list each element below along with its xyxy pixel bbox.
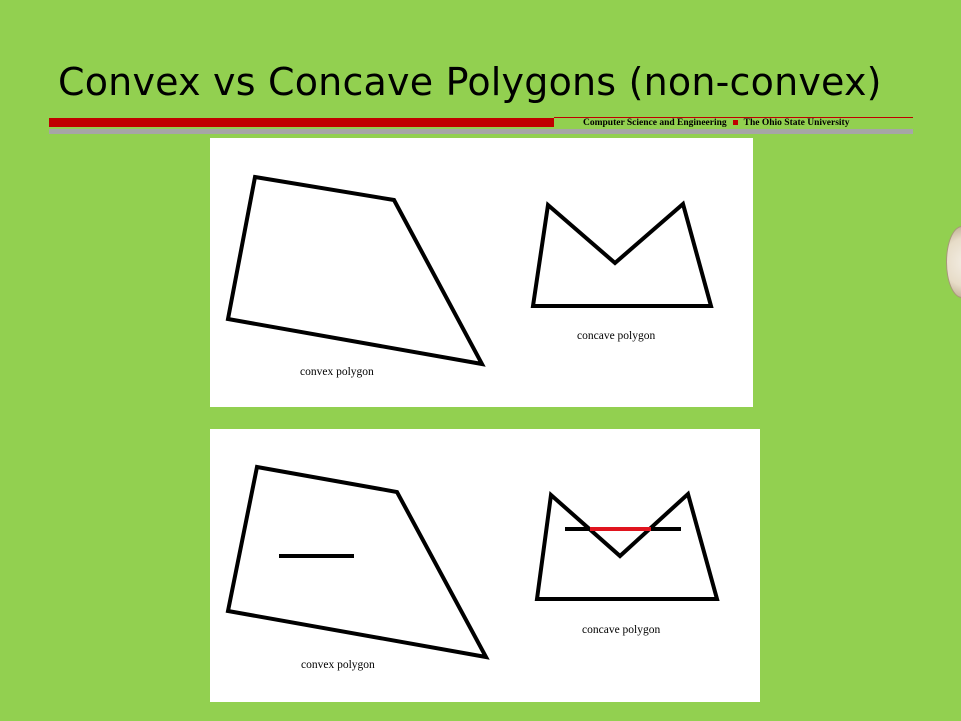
concave-caption: concave polygon <box>582 624 661 636</box>
convex-polygon <box>225 174 486 367</box>
university-name: The Ohio State University <box>743 118 850 128</box>
slide: Convex vs Concave Polygons (non-convex) … <box>0 0 961 721</box>
diagram-panel-bottom: convex polygon concave polygon <box>210 429 760 702</box>
polygons-diagram-top <box>225 174 714 367</box>
department-name: Computer Science and Engineering <box>583 118 727 128</box>
separator-square-icon <box>732 119 738 125</box>
concave-polygon <box>530 200 714 308</box>
slide-title: Convex vs Concave Polygons (non-convex) <box>58 60 882 104</box>
header-gray-bar <box>49 129 913 134</box>
convex-polygon <box>225 464 490 660</box>
header-red-bar <box>49 118 554 127</box>
convex-caption: convex polygon <box>300 366 374 378</box>
convex-caption: convex polygon <box>301 659 375 671</box>
institution-banner: Computer Science and Engineering The Ohio… <box>583 118 849 128</box>
concave-caption: concave polygon <box>577 330 656 342</box>
diagram-panel-top: convex polygon concave polygon <box>210 138 753 407</box>
concave-polygon <box>534 490 720 601</box>
ohio-state-seal-icon <box>946 226 961 298</box>
polygons-diagram-bottom <box>225 464 720 660</box>
